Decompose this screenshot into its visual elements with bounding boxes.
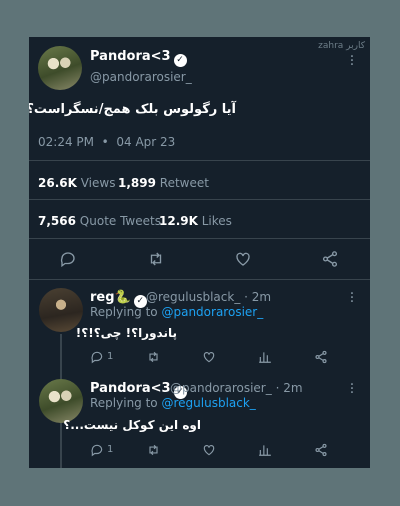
like-icon[interactable] — [202, 443, 216, 457]
like-icon[interactable] — [202, 350, 216, 364]
divider — [29, 160, 370, 161]
more-icon[interactable]: · · · — [349, 378, 355, 400]
reply-text: اوه این کوکل نیست...؟ — [63, 418, 201, 432]
more-icon[interactable]: · · · — [349, 287, 355, 309]
reply-icon[interactable] — [59, 250, 77, 268]
retweets-stat[interactable]: 1,899 Retweet — [118, 176, 209, 190]
retweet-icon[interactable] — [146, 443, 161, 457]
reply-icon[interactable] — [90, 443, 104, 457]
retweet-icon[interactable] — [146, 350, 161, 364]
snake-emoji-icon: 🐍 — [114, 290, 131, 305]
share-icon[interactable] — [314, 350, 328, 364]
reply-text: پاندورا؟! چی؟!؟! — [75, 326, 177, 340]
divider — [29, 199, 370, 200]
reply-handle[interactable]: @pandorarosier_ · 2m — [170, 381, 303, 395]
share-icon[interactable] — [314, 443, 328, 457]
reply-count: 1 — [107, 351, 114, 362]
quote-tweets-stat[interactable]: 7,566 Quote Tweets — [38, 214, 161, 228]
tweet-thread-card: zahra كاربر Pandora<3 ✓ @pandorarosier_ ·… — [29, 37, 370, 468]
reply-handle[interactable]: @regulusblack_ · 2m — [146, 290, 271, 304]
avatar[interactable] — [38, 46, 82, 90]
like-icon[interactable] — [234, 250, 252, 268]
more-icon[interactable]: · · · — [349, 50, 355, 72]
mention-link[interactable]: @regulusblack_ — [161, 396, 255, 410]
views-icon[interactable] — [258, 350, 272, 364]
avatar[interactable] — [39, 379, 83, 423]
replying-to: Replying to @regulusblack_ — [90, 396, 256, 410]
share-icon[interactable] — [321, 250, 339, 268]
reply-icon[interactable] — [90, 350, 104, 364]
verified-icon: ✓ — [173, 54, 187, 67]
tweet-timestamp[interactable]: 02:24 PM • 04 Apr 23 — [38, 135, 175, 149]
author-handle[interactable]: @pandorarosier_ — [90, 70, 192, 84]
reply-count: 1 — [107, 444, 114, 455]
watermark: zahra كاربر — [318, 41, 365, 51]
divider — [29, 238, 370, 239]
author-name[interactable]: Pandora<3 ✓ — [90, 49, 187, 67]
mention-link[interactable]: @pandorarosier_ — [161, 305, 263, 319]
views-icon[interactable] — [258, 443, 272, 457]
retweet-icon[interactable] — [146, 250, 166, 268]
divider — [29, 279, 370, 280]
tweet-text: آیا رگولوس بلک همج/نسگراست؟ — [29, 102, 236, 117]
views-stat: 26.6K Views — [38, 176, 116, 190]
replying-to: Replying to @pandorarosier_ — [90, 305, 264, 319]
likes-stat[interactable]: 12.9K Likes — [159, 214, 232, 228]
